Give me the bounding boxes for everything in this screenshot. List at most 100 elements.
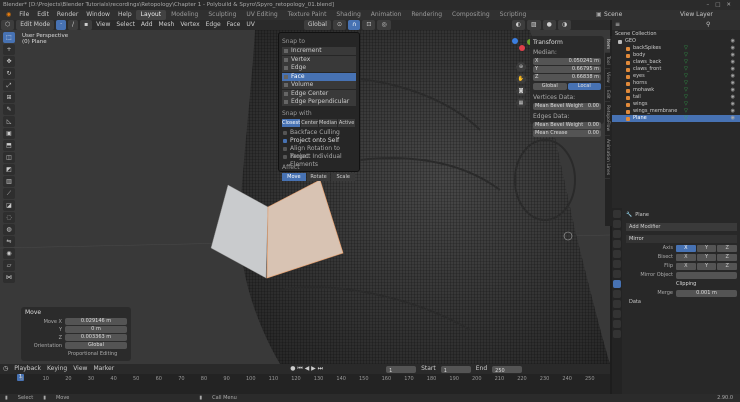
- mesh-data-icon[interactable]: ▽: [684, 108, 688, 115]
- snap-with-center[interactable]: Center: [301, 119, 319, 127]
- visibility-eye-icon[interactable]: ◉: [731, 94, 735, 101]
- scene-collection-label[interactable]: Scene Collection: [612, 31, 740, 38]
- snap-face[interactable]: Face: [282, 72, 356, 81]
- snap-vertex[interactable]: Vertex: [282, 55, 356, 64]
- clipping-checkbox[interactable]: Clipping: [676, 280, 696, 288]
- tab-retopoflow[interactable]: RetopoFlow: [605, 102, 610, 136]
- outliner-item[interactable]: wings ▽ ◉: [612, 101, 740, 108]
- zoom-icon[interactable]: ⊕: [516, 62, 526, 72]
- rotate-icon[interactable]: ↻: [3, 68, 15, 79]
- menu-view[interactable]: View: [93, 20, 113, 30]
- menu-add[interactable]: Add: [138, 20, 156, 30]
- move-x-field[interactable]: 0.029146 m: [65, 318, 127, 325]
- tab-scripting[interactable]: Scripting: [495, 10, 532, 20]
- snap-edge-center[interactable]: Edge Center: [282, 89, 356, 98]
- visibility-eye-icon[interactable]: ◉: [731, 52, 735, 59]
- snap-magnet-icon[interactable]: ∩: [348, 20, 361, 30]
- move-icon[interactable]: ✥: [3, 56, 15, 67]
- visibility-eye-icon[interactable]: ◉: [731, 59, 735, 66]
- smooth-icon[interactable]: ◍: [3, 224, 15, 235]
- timeline-ruler[interactable]: 1 0 10 20 30 40 50 60 70 80 90 100 110 120 130 140 150 16…: [0, 374, 610, 394]
- loop-cut-icon[interactable]: ▥: [3, 176, 15, 187]
- timeline-editor-icon[interactable]: ◷: [0, 364, 11, 374]
- outliner-item[interactable]: wings_membrane ▽ ◉: [612, 108, 740, 115]
- mean-crease-field[interactable]: Mean Crease 0.00: [533, 130, 601, 137]
- bisect-z-toggle[interactable]: Z: [717, 253, 738, 261]
- xray-icon[interactable]: ▨: [526, 20, 541, 30]
- overlay-icon[interactable]: ◐: [511, 20, 525, 30]
- flip-x-toggle[interactable]: X: [676, 262, 696, 270]
- pan-hand-icon[interactable]: ✋: [516, 74, 526, 84]
- vertex-bevel-field[interactable]: Mean Bevel Weight 0.00: [533, 103, 601, 110]
- transform-icon[interactable]: ⊞: [3, 92, 15, 103]
- edge-slide-icon[interactable]: ⇋: [3, 236, 15, 247]
- tab-texture-paint[interactable]: Texture Paint: [283, 10, 332, 20]
- menu-marker[interactable]: Marker: [90, 364, 117, 374]
- median-y-field[interactable]: Y 0.66795 m: [533, 66, 601, 73]
- blender-logo-icon[interactable]: ◉: [2, 10, 15, 20]
- bevel-icon[interactable]: ◩: [3, 164, 15, 175]
- editor-type-icon[interactable]: ⬡: [1, 20, 15, 30]
- snap-volume[interactable]: Volume: [282, 81, 356, 89]
- mesh-data-icon[interactable]: ▽: [684, 45, 688, 52]
- annotate-icon[interactable]: ✎: [3, 104, 15, 115]
- outliner-item[interactable]: mohawk ▽ ◉: [612, 87, 740, 94]
- menu-edit[interactable]: Edit: [33, 10, 53, 20]
- outliner-item[interactable]: backSpikes ▽ ◉: [612, 45, 740, 52]
- tool-tab-icon[interactable]: [613, 210, 621, 218]
- shading-material-icon[interactable]: ◑: [557, 20, 572, 30]
- vertex-select-icon[interactable]: ·: [56, 20, 67, 30]
- edge-bevel-field[interactable]: Mean Bevel Weight 0.00: [533, 122, 601, 129]
- outliner-item[interactable]: eyes ▽ ◉: [612, 73, 740, 80]
- outliner-filter-icon[interactable]: ⚲: [703, 20, 713, 30]
- scale-icon[interactable]: ⤢: [3, 80, 15, 91]
- median-x-field[interactable]: X 0.050241 m: [533, 58, 601, 65]
- particles-tab-icon[interactable]: [613, 290, 621, 298]
- tab-sculpting[interactable]: Sculpting: [203, 10, 241, 20]
- scene-tab-icon[interactable]: [613, 250, 621, 258]
- edge-select-icon[interactable]: /: [68, 20, 79, 30]
- orientation-selector[interactable]: Global: [303, 20, 331, 30]
- affect-rotate[interactable]: Rotate: [306, 173, 331, 181]
- physics-tab-icon[interactable]: [613, 300, 621, 308]
- menu-keying[interactable]: Keying: [44, 364, 70, 374]
- rip-icon[interactable]: ⋈: [3, 272, 15, 283]
- visibility-eye-icon[interactable]: ◉: [731, 66, 735, 73]
- axis-z-toggle[interactable]: Z: [717, 244, 738, 252]
- camera-icon[interactable]: ◙: [516, 86, 526, 96]
- proportional-editing-checkbox[interactable]: Proportional Editing: [25, 350, 127, 357]
- visibility-eye-icon[interactable]: ◉: [731, 87, 735, 94]
- shear-icon[interactable]: ▱: [3, 260, 15, 271]
- mesh-data-icon[interactable]: ▽: [684, 80, 688, 87]
- face-select-icon[interactable]: ▪: [80, 20, 93, 30]
- mesh-data-icon[interactable]: ▽: [684, 52, 688, 59]
- tab-view[interactable]: View: [605, 69, 610, 87]
- menu-edge[interactable]: Edge: [203, 20, 224, 30]
- mesh-data-icon[interactable]: ▽: [684, 87, 688, 94]
- data-subpanel[interactable]: Data: [626, 298, 737, 306]
- mirror-modifier-name[interactable]: Mirror: [629, 235, 644, 243]
- tab-tool[interactable]: Tool: [605, 53, 610, 69]
- space-global[interactable]: Global: [533, 83, 567, 90]
- median-z-field[interactable]: Z 0.66838 m: [533, 74, 601, 81]
- tab-shading[interactable]: Shading: [331, 10, 365, 20]
- modifier-tab-icon[interactable]: [613, 280, 621, 288]
- bisect-x-toggle[interactable]: X: [676, 253, 696, 261]
- bisect-y-toggle[interactable]: Y: [696, 253, 717, 261]
- menu-mesh[interactable]: Mesh: [156, 20, 178, 30]
- tab-modeling[interactable]: Modeling: [166, 10, 203, 20]
- orientation-dropdown[interactable]: Global: [65, 342, 127, 349]
- align-rotation-checkbox[interactable]: Align Rotation to Target: [282, 145, 356, 160]
- visibility-eye-icon[interactable]: ◉: [731, 45, 735, 52]
- window-controls[interactable]: –□✕: [706, 0, 737, 10]
- snap-increment[interactable]: Increment: [282, 47, 356, 55]
- poly-build-icon[interactable]: ◪: [3, 200, 15, 211]
- outliner-item[interactable]: tail ▽ ◉: [612, 94, 740, 101]
- current-frame-field[interactable]: 1: [386, 365, 417, 374]
- grid-toggle-icon[interactable]: ▦: [516, 98, 526, 108]
- tab-edit[interactable]: Edit: [605, 87, 610, 103]
- operator-title[interactable]: Move: [25, 309, 127, 316]
- space-local[interactable]: Local: [567, 83, 601, 90]
- tab-animation[interactable]: Animation: [366, 10, 407, 20]
- flip-z-toggle[interactable]: Z: [717, 262, 738, 270]
